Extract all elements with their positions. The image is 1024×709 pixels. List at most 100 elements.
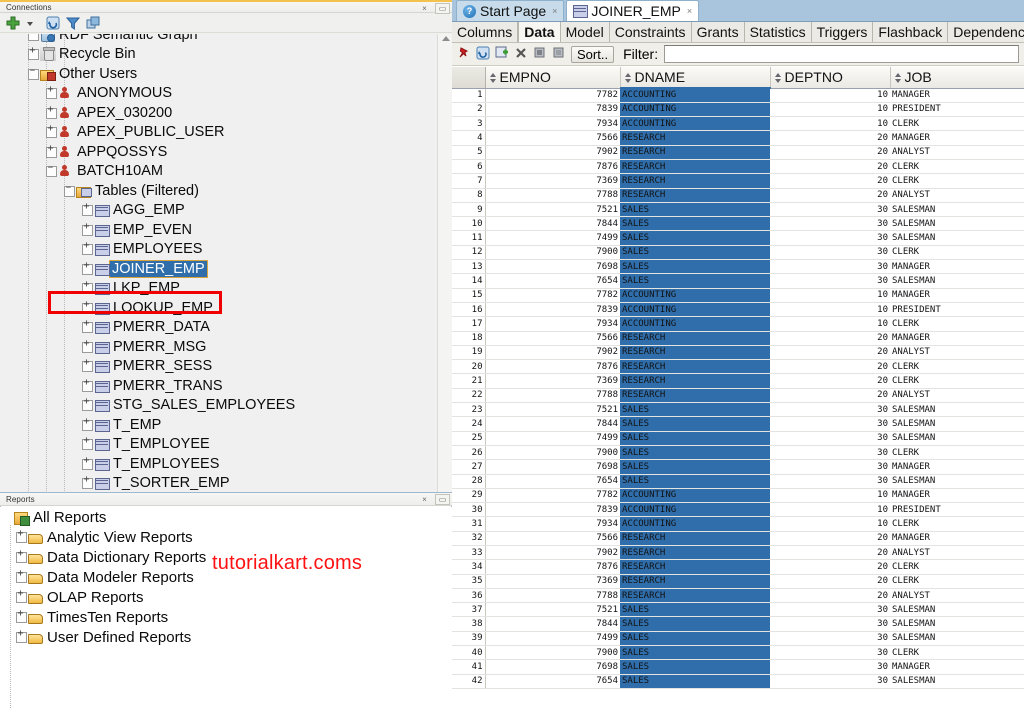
cell-dname[interactable]: RESEARCH — [620, 359, 770, 375]
cell-job[interactable]: SALESMAN — [890, 474, 1024, 489]
cell-job[interactable]: ANALYST — [890, 545, 1024, 561]
cell-job[interactable]: SALESMAN — [890, 674, 1024, 689]
cell-dname[interactable]: ACCOUNTING — [620, 316, 770, 332]
cell-job[interactable]: SALESMAN — [890, 431, 1024, 446]
tree-item-t-employees[interactable]: T_EMPLOYEES — [0, 454, 437, 474]
close-icon[interactable]: × — [552, 6, 557, 16]
cell-empno[interactable]: 7839 — [485, 302, 620, 318]
cell-deptno[interactable]: 30 — [770, 445, 890, 461]
cell-deptno[interactable]: 30 — [770, 259, 890, 275]
cell-deptno[interactable]: 20 — [770, 345, 890, 361]
tree-item-agg-emp[interactable]: AGG_EMP — [0, 201, 437, 221]
table-row[interactable]: 5 7902 RESEARCH 20 ANALYST — [452, 145, 1024, 160]
cell-empno[interactable]: 7566 — [485, 331, 620, 346]
cell-dname[interactable]: SALES — [620, 402, 770, 418]
cell-deptno[interactable]: 30 — [770, 402, 890, 418]
cell-empno[interactable]: 7654 — [485, 674, 620, 689]
tree-item-analytic-view-reports[interactable]: Analytic View Reports — [0, 527, 452, 547]
cell-deptno[interactable]: 10 — [770, 516, 890, 532]
tree-item-lookup-emp[interactable]: LOOKUP_EMP — [0, 298, 437, 318]
expand-toggle-icon[interactable] — [28, 34, 39, 41]
table-row[interactable]: 36 7788 RESEARCH 20 ANALYST — [452, 588, 1024, 604]
rollback-icon[interactable] — [552, 46, 568, 62]
table-row[interactable]: 1 7782 ACCOUNTING 10 MANAGER — [452, 88, 1024, 103]
data-grid-container[interactable]: EMPNO DNAME DEPTNO JOB 1 7782 ACCOUNTING 10 MAN… — [452, 67, 1024, 709]
tree-item-t-employee[interactable]: T_EMPLOYEE — [0, 435, 437, 455]
table-row[interactable]: 15 7782 ACCOUNTING 10 MANAGER — [452, 288, 1024, 303]
cell-empno[interactable]: 7654 — [485, 273, 620, 289]
cell-job[interactable]: PRESIDENT — [890, 502, 1024, 518]
cell-deptno[interactable]: 20 — [770, 388, 890, 404]
scroll-up-arrow-icon[interactable] — [442, 36, 450, 41]
cell-deptno[interactable]: 10 — [770, 288, 890, 303]
cell-job[interactable]: CLERK — [890, 373, 1024, 389]
minimize-icon[interactable]: ▭ — [435, 494, 450, 505]
cell-job[interactable]: ANALYST — [890, 345, 1024, 361]
cell-job[interactable]: ANALYST — [890, 388, 1024, 404]
cell-empno[interactable]: 7900 — [485, 245, 620, 261]
table-row[interactable]: 38 7844 SALES 30 SALESMAN — [452, 616, 1024, 632]
cell-job[interactable]: MANAGER — [890, 531, 1024, 547]
tree-item-recycle-bin[interactable]: Recycle Bin — [0, 45, 437, 65]
cell-dname[interactable]: ACCOUNTING — [620, 502, 770, 518]
table-row[interactable]: 39 7499 SALES 30 SALESMAN — [452, 631, 1024, 647]
freeze-pin-icon[interactable] — [457, 46, 473, 62]
table-row[interactable]: 18 7566 RESEARCH 20 MANAGER — [452, 331, 1024, 346]
cell-job[interactable]: CLERK — [890, 316, 1024, 332]
tree-item-appqossys[interactable]: APPQOSSYS — [0, 142, 437, 162]
cell-dname[interactable]: ACCOUNTING — [620, 302, 770, 318]
cell-empno[interactable]: 7902 — [485, 345, 620, 361]
cell-job[interactable]: ANALYST — [890, 145, 1024, 160]
expand-toggle-icon[interactable] — [82, 221, 93, 236]
cell-job[interactable]: ANALYST — [890, 188, 1024, 203]
cell-deptno[interactable]: 10 — [770, 102, 890, 118]
cell-deptno[interactable]: 30 — [770, 230, 890, 246]
cell-dname[interactable]: SALES — [620, 645, 770, 661]
new-connection-icon[interactable] — [5, 15, 21, 31]
cell-empno[interactable]: 7902 — [485, 545, 620, 561]
filter-icon[interactable] — [65, 15, 81, 31]
cell-deptno[interactable]: 10 — [770, 88, 890, 103]
cell-dname[interactable]: SALES — [620, 245, 770, 261]
cell-empno[interactable]: 7876 — [485, 359, 620, 375]
column-header-dname[interactable]: DNAME — [620, 67, 771, 89]
expand-toggle-icon[interactable] — [82, 260, 93, 275]
tab-triggers[interactable]: Triggers — [812, 22, 874, 42]
tree-item-apex-public-user[interactable]: APEX_PUBLIC_USER — [0, 123, 437, 143]
tree-item-lkp-emp[interactable]: LKP_EMP — [0, 279, 437, 299]
expand-toggle-icon[interactable] — [82, 396, 93, 412]
table-row[interactable]: 34 7876 RESEARCH 20 CLERK — [452, 559, 1024, 575]
tree-item-tables-filtered-[interactable]: Tables (Filtered) — [0, 181, 437, 201]
cell-deptno[interactable]: 20 — [770, 574, 890, 589]
tree-item-pmerr-sess[interactable]: PMERR_SESS — [0, 357, 437, 377]
cell-empno[interactable]: 7934 — [485, 116, 620, 132]
cell-empno[interactable]: 7844 — [485, 616, 620, 632]
tree-item-rdf-semantic-graph[interactable]: RDF Semantic Graph — [0, 34, 437, 45]
expand-toggle-icon[interactable] — [16, 528, 27, 543]
tree-item-emp-even[interactable]: EMP_EVEN — [0, 220, 437, 240]
cell-dname[interactable]: ACCOUNTING — [620, 516, 770, 532]
table-row[interactable]: 40 7900 SALES 30 CLERK — [452, 645, 1024, 661]
cell-job[interactable]: MANAGER — [890, 259, 1024, 275]
tree-item-batch10am[interactable]: BATCH10AM — [0, 162, 437, 182]
cell-job[interactable]: SALESMAN — [890, 631, 1024, 647]
expand-toggle-icon[interactable] — [16, 588, 27, 603]
cell-empno[interactable]: 7900 — [485, 645, 620, 661]
cell-dname[interactable]: SALES — [620, 602, 770, 618]
cell-empno[interactable]: 7839 — [485, 502, 620, 518]
tab-grants[interactable]: Grants — [692, 22, 745, 42]
sort-arrows-icon[interactable] — [489, 73, 497, 84]
expand-toggle-icon[interactable] — [46, 143, 57, 158]
cell-job[interactable]: MANAGER — [890, 130, 1024, 146]
cell-deptno[interactable]: 20 — [770, 531, 890, 547]
cell-job[interactable]: SALESMAN — [890, 230, 1024, 246]
table-row[interactable]: 7 7369 RESEARCH 20 CLERK — [452, 173, 1024, 189]
cell-deptno[interactable]: 20 — [770, 359, 890, 375]
expand-toggle-icon[interactable] — [82, 474, 93, 490]
close-icon[interactable]: × — [417, 3, 432, 14]
expand-toggle-icon[interactable] — [82, 299, 93, 314]
expand-toggle-icon[interactable] — [82, 279, 93, 295]
cell-dname[interactable]: ACCOUNTING — [620, 488, 770, 504]
cell-deptno[interactable]: 20 — [770, 173, 890, 189]
table-row[interactable]: 26 7900 SALES 30 CLERK — [452, 445, 1024, 461]
